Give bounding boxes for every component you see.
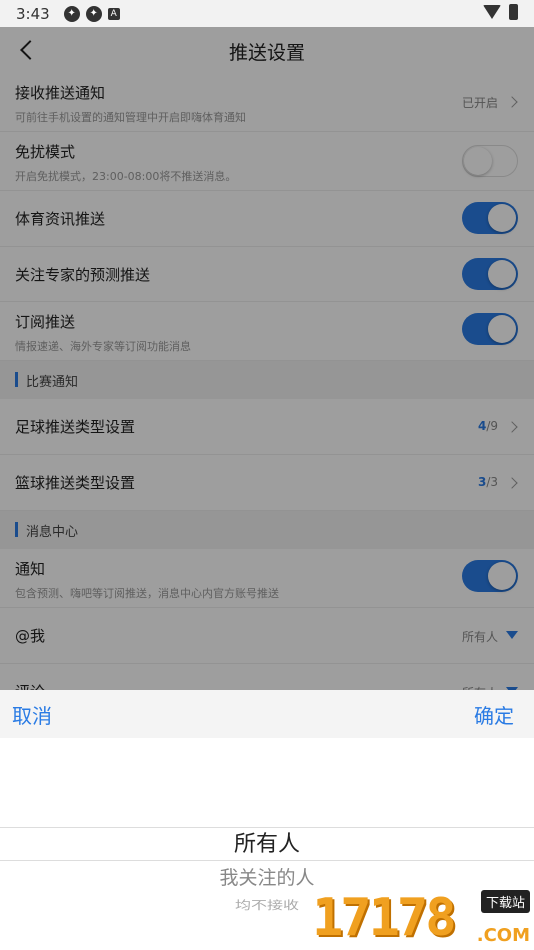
- confirm-button[interactable]: 确定: [474, 700, 514, 729]
- status-time: 3:43: [16, 4, 50, 23]
- wifi-icon: [483, 5, 501, 19]
- notification-a-icon: A: [107, 7, 120, 20]
- picker-divider: [0, 860, 534, 861]
- battery-icon: [509, 4, 518, 20]
- picker-option-selected[interactable]: 所有人: [0, 826, 534, 858]
- cancel-button[interactable]: 取消: [12, 700, 52, 729]
- notification-app-icon: ✦: [63, 5, 80, 22]
- status-notification-icons: ✦ ✦ A: [63, 5, 120, 22]
- watermark-com: .COM: [476, 925, 530, 946]
- modal-backdrop[interactable]: [0, 27, 534, 690]
- picker-toolbar: 取消 确定: [0, 690, 534, 738]
- watermark-digits: 17178: [312, 888, 457, 948]
- picker-option[interactable]: 我关注的人: [0, 863, 534, 890]
- notification-app-icon: ✦: [85, 5, 102, 22]
- status-bar: 3:43 ✦ ✦ A: [0, 0, 534, 27]
- watermark-logo: 17178 下载站 .COM: [302, 888, 534, 950]
- watermark-tag: 下载站: [480, 890, 530, 913]
